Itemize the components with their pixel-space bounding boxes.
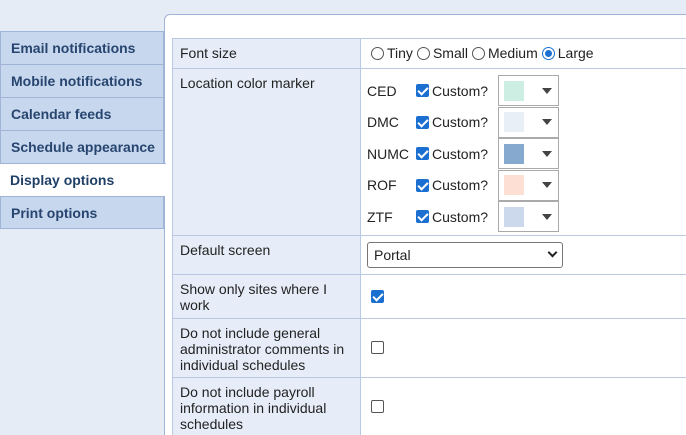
color-picker[interactable] xyxy=(498,169,559,201)
radio-icon[interactable] xyxy=(416,46,430,60)
location-row-rof: ROF Custom? xyxy=(367,169,686,202)
sidebar: Email notifications Mobile notifications… xyxy=(0,31,166,229)
custom-checkbox[interactable] xyxy=(416,147,429,161)
custom-checkbox[interactable] xyxy=(416,115,429,129)
custom-checkbox[interactable] xyxy=(416,84,429,98)
radio-icon[interactable] xyxy=(371,46,384,60)
default-screen-value: Portal xyxy=(374,246,411,263)
exclude-admin-comments-row: Do not include general administrator com… xyxy=(172,317,686,378)
custom-checkbox[interactable] xyxy=(416,210,429,224)
show-only-sites-cell xyxy=(360,273,686,319)
default-screen-select[interactable]: Portal xyxy=(367,241,563,268)
color-picker[interactable] xyxy=(498,106,559,138)
custom-checkbox[interactable] xyxy=(416,178,429,192)
location-row-numc: NUMC Custom? xyxy=(367,138,686,170)
default-screen-row: Default screen Portal xyxy=(172,234,686,275)
exclude-admin-comments-cell xyxy=(360,317,686,378)
exclude-payroll-cell xyxy=(360,376,686,435)
font-size-option-large[interactable]: Large xyxy=(541,45,594,61)
location-row-ced: CED Custom? xyxy=(367,75,686,107)
location-code: DMC xyxy=(367,114,399,131)
caret-down-icon xyxy=(542,119,552,126)
font-size-option-medium[interactable]: Medium xyxy=(471,45,538,61)
tab-mobile-notifications[interactable]: Mobile notifications xyxy=(0,64,164,97)
radio-label: Tiny xyxy=(387,45,413,61)
caret-down-icon xyxy=(542,87,552,94)
location-color-label: Location color marker xyxy=(172,68,361,236)
exclude-admin-comments-checkbox[interactable] xyxy=(371,341,384,354)
custom-label: Custom? xyxy=(432,114,489,131)
tab-schedule-appearance[interactable]: Schedule appearance xyxy=(0,130,164,163)
location-color-list: CED Custom? DMC Custom? NUMC Custom? ROF Custom… xyxy=(360,68,686,236)
caret-down-icon xyxy=(542,182,552,189)
font-size-row: Font size Tiny Small Medium Large xyxy=(172,38,686,69)
custom-label: Custom? xyxy=(432,82,489,99)
font-size-options: Tiny Small Medium Large xyxy=(360,38,686,69)
custom-label: Custom? xyxy=(432,177,489,194)
location-row-dmc: DMC Custom? xyxy=(367,106,686,139)
tab-display-options[interactable]: Display options xyxy=(0,163,166,196)
exclude-payroll-checkbox[interactable] xyxy=(371,400,384,413)
exclude-payroll-label: Do not include payroll information in in… xyxy=(172,376,361,435)
location-code: NUMC xyxy=(367,145,409,162)
location-row-ztf: ZTF Custom? xyxy=(367,201,686,233)
radio-icon[interactable] xyxy=(471,46,485,60)
color-swatch xyxy=(504,112,524,133)
exclude-admin-comments-label: Do not include general administrator com… xyxy=(172,317,361,378)
custom-label: Custom? xyxy=(432,145,489,162)
radio-label: Medium xyxy=(487,45,538,61)
default-screen-label: Default screen xyxy=(172,234,361,275)
location-code: ZTF xyxy=(367,208,393,225)
font-size-label: Font size xyxy=(172,38,361,69)
chevron-down-icon xyxy=(547,247,558,258)
radio-icon[interactable] xyxy=(541,46,555,60)
tab-print-options[interactable]: Print options xyxy=(0,196,164,229)
caret-down-icon xyxy=(542,213,552,220)
show-only-sites-checkbox[interactable] xyxy=(371,289,384,303)
location-code: ROF xyxy=(367,177,397,194)
color-picker[interactable] xyxy=(498,75,559,107)
tab-calendar-feeds[interactable]: Calendar feeds xyxy=(0,97,164,130)
font-size-option-small[interactable]: Small xyxy=(416,45,468,61)
show-only-sites-row: Show only sites where I work xyxy=(172,273,686,319)
caret-down-icon xyxy=(542,150,552,157)
radio-label: Large xyxy=(557,45,594,61)
exclude-payroll-row: Do not include payroll information in in… xyxy=(172,376,686,435)
font-size-option-tiny[interactable]: Tiny xyxy=(371,45,413,61)
settings-table: Font size Tiny Small Medium Large Locati… xyxy=(172,38,686,435)
location-code: CED xyxy=(367,82,397,99)
color-swatch xyxy=(504,80,524,101)
color-swatch xyxy=(504,175,524,196)
location-color-row: Location color marker CED Custom? DMC Custo… xyxy=(172,68,686,236)
color-swatch xyxy=(504,206,524,227)
color-swatch xyxy=(504,143,524,164)
show-only-sites-label: Show only sites where I work xyxy=(172,273,361,319)
color-picker[interactable] xyxy=(498,138,559,170)
tab-email-notifications[interactable]: Email notifications xyxy=(0,31,164,64)
default-screen-cell: Portal xyxy=(360,234,686,275)
color-picker[interactable] xyxy=(498,201,559,233)
custom-label: Custom? xyxy=(432,208,489,225)
radio-label: Small xyxy=(432,45,468,61)
